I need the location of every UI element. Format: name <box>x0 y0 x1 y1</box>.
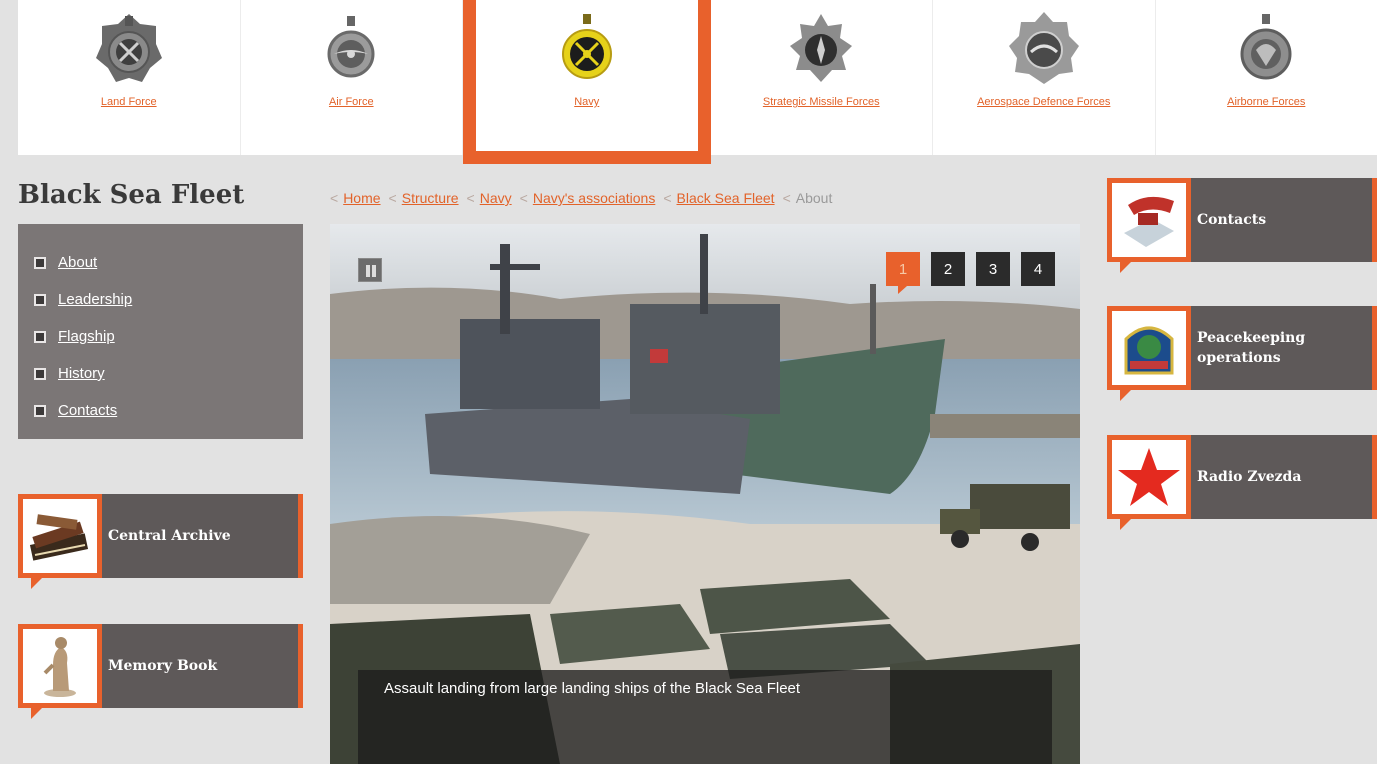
breadcrumb: < Home < Structure < Navy < Navy's assoc… <box>330 190 832 206</box>
menu-item-flagship[interactable]: Flagship <box>34 318 303 355</box>
branch-navy[interactable]: Navy <box>463 0 711 164</box>
aerospace-defence-emblem-icon <box>1008 12 1079 84</box>
branches-nav: Land Force Air Force Navy Strategic Miss <box>18 0 1377 164</box>
branch-label: Navy <box>574 96 600 108</box>
breadcrumb-separator: < <box>663 190 672 206</box>
bullet-icon <box>34 404 46 417</box>
slide-caption: Assault landing from large landing ships… <box>358 670 1052 764</box>
slide-page-2[interactable]: 2 <box>931 252 965 286</box>
menu-item-about[interactable]: About <box>34 244 303 281</box>
breadcrumb-separator: < <box>388 190 397 206</box>
bullet-icon <box>34 256 46 269</box>
promo-label: Contacts <box>1197 212 1267 228</box>
menu-item-label[interactable]: Leadership <box>58 291 132 308</box>
breadcrumb-navys-associations[interactable]: Navy's associations <box>533 190 656 206</box>
branch-airborne-forces[interactable]: Airborne Forces <box>1156 0 1377 155</box>
page-title: Black Sea Fleet <box>18 180 245 210</box>
promo-label: Memory Book <box>108 658 218 674</box>
telephone-icon <box>1107 178 1191 273</box>
branch-air-force[interactable]: Air Force <box>241 0 463 155</box>
slide-pager: 1 2 3 4 <box>886 252 1055 294</box>
bullet-icon <box>34 330 46 343</box>
air-force-emblem-icon <box>327 16 375 78</box>
peacekeeping-badge-icon <box>1107 306 1191 401</box>
promo-label: Central Archive <box>108 528 231 544</box>
breadcrumb-navy[interactable]: Navy <box>480 190 512 206</box>
menu-item-leadership[interactable]: Leadership <box>34 281 303 318</box>
promo-peacekeeping-operations[interactable]: Peacekeeping operations <box>1107 306 1377 401</box>
land-force-emblem-icon <box>95 14 162 82</box>
menu-item-label[interactable]: Flagship <box>58 328 115 345</box>
menu-item-contacts[interactable]: Contacts <box>34 392 303 429</box>
branch-land-force[interactable]: Land Force <box>18 0 241 155</box>
branch-label: Air Force <box>328 96 374 108</box>
section-menu: About Leadership Flagship History Contac… <box>18 224 303 439</box>
promo-central-archive[interactable]: Central Archive <box>18 494 303 589</box>
menu-item-label[interactable]: About <box>58 254 97 271</box>
menu-item-history[interactable]: History <box>34 355 303 392</box>
archive-books-icon <box>18 494 102 589</box>
branch-label: Airborne Forces <box>1227 96 1306 108</box>
branch-strategic-missile-forces[interactable]: Strategic Missile Forces <box>711 0 933 155</box>
slide-page-1[interactable]: 1 <box>886 252 920 294</box>
branch-label: Aerospace Defence Forces <box>977 96 1111 108</box>
promo-label: Radio Zvezda <box>1197 469 1302 485</box>
photo-slider[interactable]: 1 2 3 4 Assault landing from large landi… <box>330 224 1080 764</box>
promo-memory-book[interactable]: Memory Book <box>18 624 303 719</box>
breadcrumb-separator: < <box>330 190 339 206</box>
airborne-forces-emblem-icon <box>1240 14 1292 80</box>
promo-contacts[interactable]: Contacts <box>1107 178 1377 273</box>
missile-forces-emblem-icon <box>790 14 853 82</box>
navy-emblem-icon <box>561 14 612 79</box>
slide-page-3[interactable]: 3 <box>976 252 1010 286</box>
memorial-statue-icon <box>18 624 102 719</box>
promo-radio-zvezda[interactable]: Radio Zvezda <box>1107 435 1377 530</box>
promo-label: Peacekeeping operations <box>1197 330 1306 366</box>
breadcrumb-black-sea-fleet[interactable]: Black Sea Fleet <box>677 190 775 206</box>
menu-item-label[interactable]: Contacts <box>58 402 117 419</box>
menu-item-label[interactable]: History <box>58 365 105 382</box>
pause-button[interactable] <box>358 258 382 282</box>
breadcrumb-structure[interactable]: Structure <box>402 190 459 206</box>
breadcrumb-current: About <box>795 190 833 206</box>
slide-page-4[interactable]: 4 <box>1021 252 1055 286</box>
breadcrumb-home[interactable]: Home <box>343 190 380 206</box>
branch-label: Strategic Missile Forces <box>762 96 880 108</box>
breadcrumb-separator: < <box>782 190 791 206</box>
branch-aerospace-defence-forces[interactable]: Aerospace Defence Forces <box>933 0 1156 155</box>
bullet-icon <box>34 367 46 380</box>
breadcrumb-separator: < <box>519 190 528 206</box>
red-star-icon <box>1107 435 1191 530</box>
breadcrumb-separator: < <box>466 190 475 206</box>
branch-label: Land Force <box>100 96 157 108</box>
bullet-icon <box>34 293 46 306</box>
